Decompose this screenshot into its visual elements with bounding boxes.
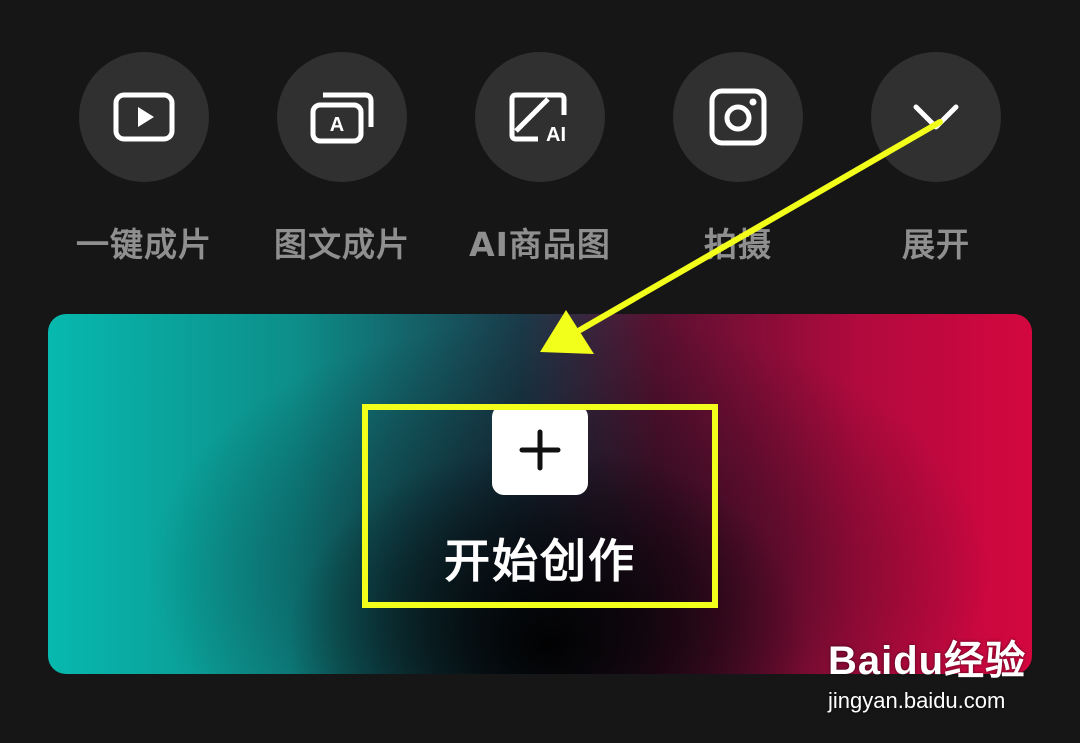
shortcut-label: 展开 — [902, 225, 970, 264]
shortcut-label: AI商品图 — [469, 225, 611, 264]
shortcut-label: 一键成片 — [76, 225, 212, 264]
shortcut-expand[interactable]: 展开 — [846, 52, 1026, 266]
ai-image-icon: AI — [509, 92, 567, 145]
watermark-logo: Baidu经验 — [828, 639, 1027, 683]
watermark-url: jingyan.baidu.com — [828, 688, 1006, 713]
svg-text:AI: AI — [546, 124, 566, 145]
app-screen: 一键成片 A 图文成片 AI AI商品图 拍摄 展开 开始创作 Baidu经验 … — [0, 0, 1080, 743]
shortcut-text-to-video[interactable]: A 图文成片 — [252, 52, 432, 266]
shortcut-circle[interactable]: A — [277, 52, 407, 182]
chevron-down-icon — [913, 104, 959, 130]
shortcut-label: 图文成片 — [274, 225, 410, 264]
shortcut-label: 拍摄 — [704, 225, 772, 264]
start-creation-label[interactable]: 开始创作 — [380, 525, 700, 591]
shortcut-circle[interactable] — [79, 52, 209, 182]
start-creation-button[interactable] — [492, 405, 588, 495]
play-video-icon — [113, 92, 175, 142]
shortcut-circle[interactable] — [673, 52, 803, 182]
shortcut-ai-product-image[interactable]: AI AI商品图 — [450, 52, 630, 266]
shortcut-circle[interactable]: AI — [475, 52, 605, 182]
camera-icon — [709, 88, 767, 146]
baidu-watermark: Baidu经验 jingyan.baidu.com — [828, 628, 1038, 714]
svg-text:A: A — [330, 114, 344, 136]
shortcut-one-click-video[interactable]: 一键成片 — [54, 52, 234, 266]
shortcut-circle[interactable] — [871, 52, 1001, 182]
plus-icon — [519, 429, 561, 471]
text-image-icon: A — [310, 92, 374, 144]
shortcut-camera[interactable]: 拍摄 — [648, 52, 828, 266]
